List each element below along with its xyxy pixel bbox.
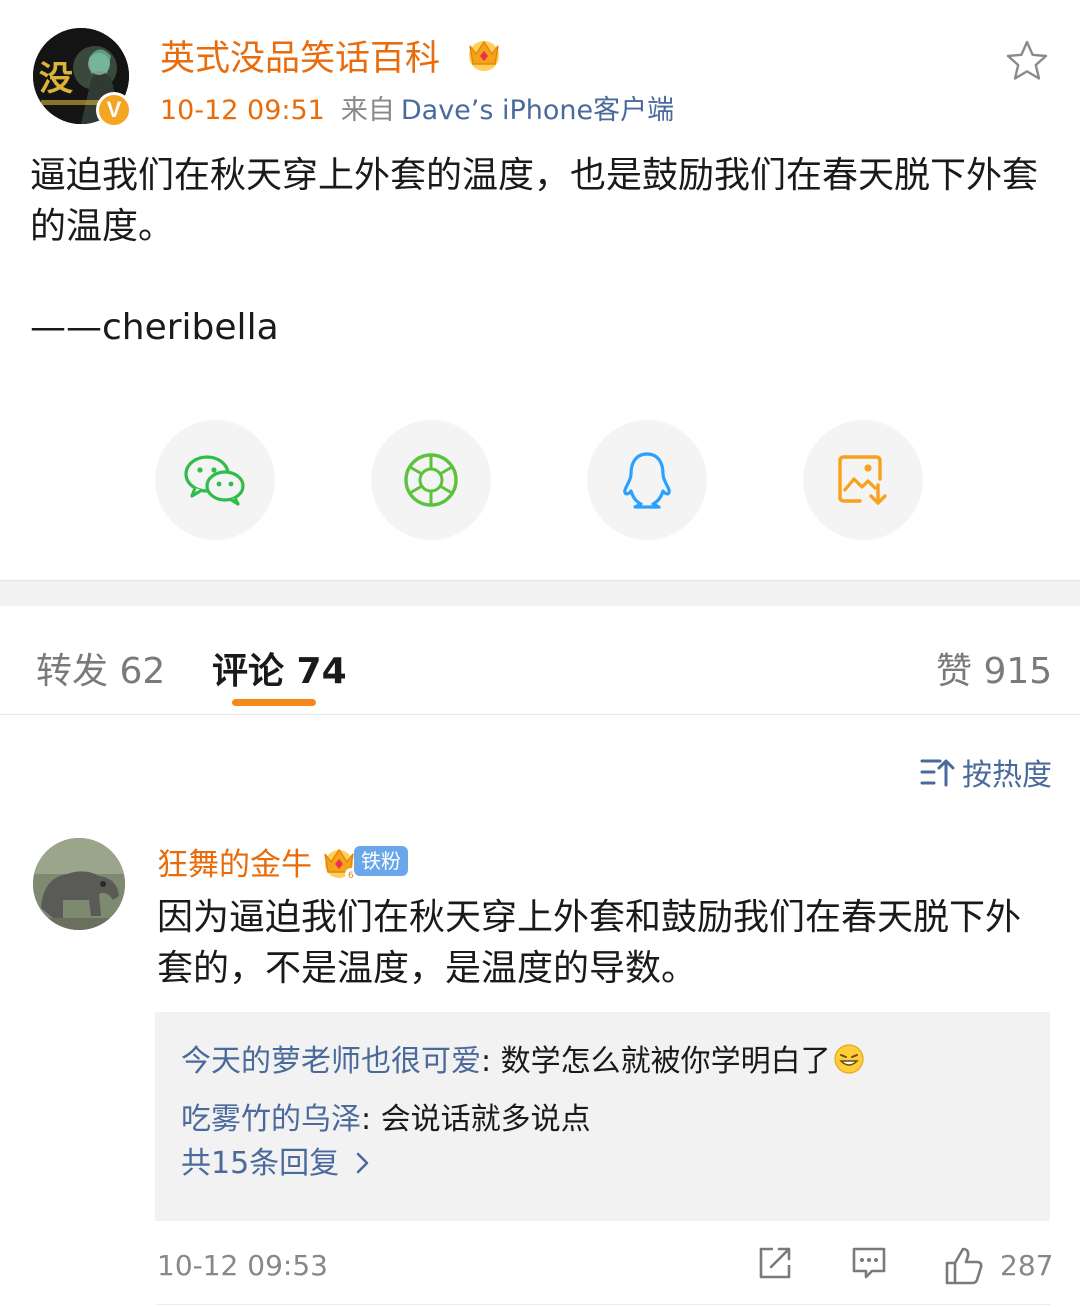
sort-by-hot-button[interactable]: 按热度 [920, 752, 1052, 793]
moments-icon [404, 453, 458, 507]
reply-text: : 数学怎么就被你学明白了 [481, 1044, 831, 1079]
like-count: 287 [1000, 1249, 1054, 1282]
more-replies-label: 共15条回复 [181, 1146, 349, 1181]
post-time: 10-12 09:51 [160, 95, 325, 126]
grinning-emoji-icon [834, 1044, 864, 1074]
commenter-name[interactable]: 狂舞的金牛 [157, 839, 312, 884]
fan-crown-icon: 6 [324, 848, 357, 881]
thumbs-up-icon[interactable] [943, 1245, 985, 1287]
reply-item[interactable]: 今天的萝老师也很可爱: 数学怎么就被你学明白了 [181, 1036, 865, 1080]
reply-author[interactable]: 今天的萝老师也很可爱 [181, 1044, 481, 1079]
comment-divider [157, 1304, 1050, 1305]
qq-icon [623, 452, 671, 509]
repost-icon[interactable] [757, 1245, 793, 1281]
share-moments-button[interactable] [371, 420, 491, 540]
post-meta: 10-12 09:51 来自 Dave’s iPhone客户端 [160, 88, 674, 127]
sort-label: 按热度 [962, 758, 1052, 793]
comment-icon[interactable] [850, 1245, 888, 1283]
post-tabs: 转发 62 评论 74 赞 915 [0, 606, 1080, 715]
post-signature: ——cheribella [30, 307, 279, 348]
comment-time: 10-12 09:53 [157, 1249, 328, 1282]
svg-text:6: 6 [348, 871, 354, 881]
tab-likes[interactable]: 赞 915 [936, 642, 1052, 694]
reply-author[interactable]: 吃雾竹的乌泽 [181, 1102, 361, 1137]
save-image-button[interactable] [803, 420, 923, 540]
section-divider [0, 580, 1080, 606]
fan-badge: 铁粉 [354, 846, 408, 876]
commenter-name-row: 狂舞的金牛 6 铁粉 [157, 838, 408, 884]
post-header: 没 V 英式没品笑话百科 10-12 09:51 来自 Dave’s iPhone客… [0, 0, 1080, 140]
commenter-avatar[interactable] [33, 838, 125, 930]
share-row [0, 420, 1080, 540]
tab-repost[interactable]: 转发 62 [36, 642, 165, 694]
sort-icon [920, 759, 955, 787]
comment-footer: 10-12 09:53 287 [157, 1245, 1054, 1289]
share-wechat-button[interactable] [155, 420, 275, 540]
wechat-icon [184, 455, 245, 506]
reply-item[interactable]: 吃雾竹的乌泽: 会说话就多说点 [181, 1094, 591, 1138]
comment-text: 因为逼迫我们在秋天穿上外套和鼓励我们在春天脱下外套的，不是温度，是温度的导数。 [157, 897, 1022, 989]
chevron-right-icon [356, 1152, 369, 1174]
post-author-name[interactable]: 英式没品笑话百科 [160, 30, 440, 81]
post-from-label: 来自 [340, 95, 395, 126]
crown-icon [469, 40, 499, 71]
verified-icon: V [96, 92, 132, 128]
active-tab-indicator [232, 699, 316, 706]
avatar-text: 没 [39, 59, 73, 99]
post-source[interactable]: Dave’s iPhone客户端 [401, 95, 674, 126]
more-replies-link[interactable]: 共15条回复 [181, 1138, 373, 1182]
save-image-icon [838, 455, 887, 505]
tab-comments[interactable]: 评论 74 [212, 642, 347, 694]
share-qq-button[interactable] [587, 420, 707, 540]
comment-item: 狂舞的金牛 6 铁粉 因为逼迫我们在秋天穿上外套和鼓励我们在春天脱下外套的，不是… [0, 830, 1080, 1307]
replies-box[interactable]: 今天的萝老师也很可爱: 数学怎么就被你学明白了 吃雾竹的乌泽: 会说话就多说点 … [155, 1012, 1050, 1221]
post-text: 逼迫我们在秋天穿上外套的温度，也是鼓励我们在春天脱下外套的温度。 [30, 155, 1039, 247]
favorite-star-icon[interactable] [1004, 38, 1050, 84]
reply-text: : 会说话就多说点 [361, 1102, 591, 1137]
